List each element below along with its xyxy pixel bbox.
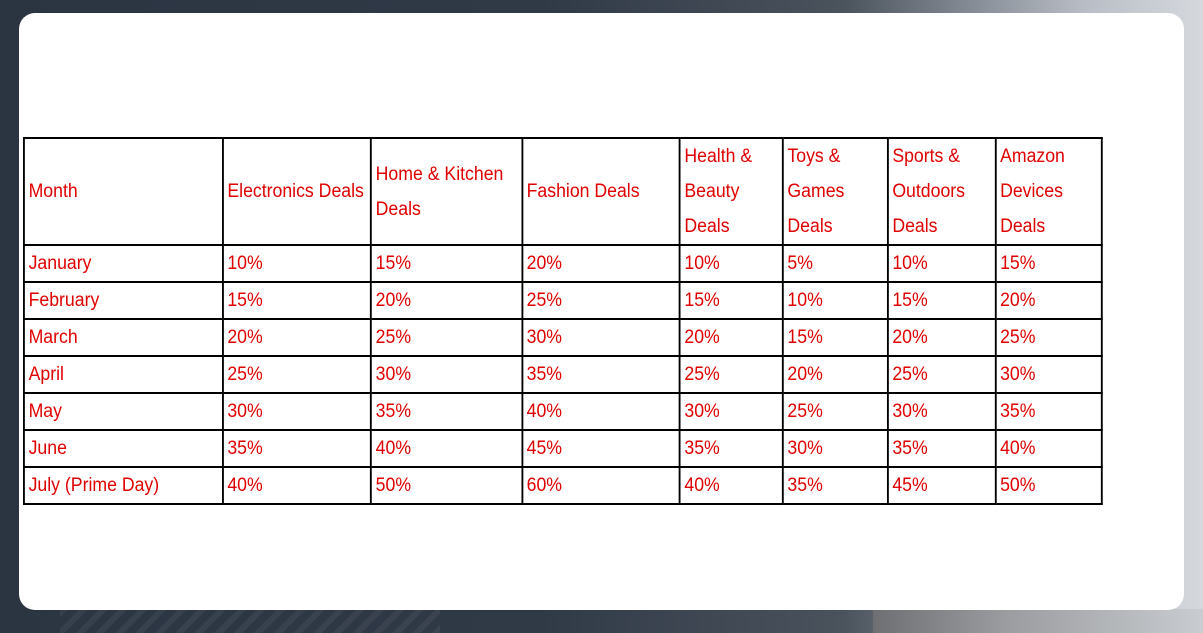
cell-health-beauty: 30% (678, 392, 784, 431)
cell-sports-outdoors: 10% (886, 244, 997, 283)
cell-fashion: 40% (521, 392, 681, 431)
table-row: April 25% 30% 35% 25% 20% 25% 30% (23, 355, 1103, 394)
cell-electronics: 40% (221, 466, 372, 505)
cell-amazon-devices: 35% (994, 392, 1103, 431)
cell-home-kitchen: 15% (370, 244, 523, 283)
table-row: January 10% 15% 20% 10% 5% 10% 15% (23, 244, 1103, 283)
table-row: May 30% 35% 40% 30% 25% 30% 35% (23, 392, 1103, 431)
cell-health-beauty: 15% (678, 281, 784, 320)
cell-electronics: 10% (221, 244, 372, 283)
cell-electronics: 20% (221, 318, 372, 357)
cell-home-kitchen: 20% (370, 281, 523, 320)
cell-month: July (Prime Day) (23, 466, 224, 505)
cell-health-beauty: 40% (678, 466, 784, 505)
cell-amazon-devices: 30% (994, 355, 1103, 394)
cell-month: May (23, 392, 224, 431)
header-health-beauty: Health & Beauty Deals (678, 137, 784, 246)
cell-home-kitchen: 40% (370, 429, 523, 468)
cell-home-kitchen: 35% (370, 392, 523, 431)
cell-toys-games: 35% (781, 466, 889, 505)
cell-health-beauty: 35% (678, 429, 784, 468)
cell-fashion: 25% (521, 281, 681, 320)
cell-fashion: 30% (521, 318, 681, 357)
table-row: February 15% 20% 25% 15% 10% 15% 20% (23, 281, 1103, 320)
cell-sports-outdoors: 25% (886, 355, 997, 394)
header-toys-games: Toys & Games Deals (781, 137, 889, 246)
cell-sports-outdoors: 30% (886, 392, 997, 431)
header-sports-outdoors: Sports & Outdoors Deals (886, 137, 997, 246)
header-electronics: Electronics Deals (221, 137, 372, 246)
header-home-kitchen: Home & Kitchen Deals (370, 137, 523, 246)
deals-table: Month Electronics Deals Home & Kitchen D… (23, 137, 1103, 505)
cell-health-beauty: 10% (678, 244, 784, 283)
cell-sports-outdoors: 45% (886, 466, 997, 505)
cell-toys-games: 25% (781, 392, 889, 431)
cell-electronics: 25% (221, 355, 372, 394)
cell-health-beauty: 20% (678, 318, 784, 357)
cell-toys-games: 10% (781, 281, 889, 320)
cell-fashion: 35% (521, 355, 681, 394)
cell-toys-games: 15% (781, 318, 889, 357)
table-row: March 20% 25% 30% 20% 15% 20% 25% (23, 318, 1103, 357)
cell-electronics: 15% (221, 281, 372, 320)
cell-amazon-devices: 20% (994, 281, 1103, 320)
header-month: Month (23, 137, 224, 246)
cell-sports-outdoors: 35% (886, 429, 997, 468)
cell-fashion: 45% (521, 429, 681, 468)
cell-fashion: 20% (521, 244, 681, 283)
cell-amazon-devices: 50% (994, 466, 1103, 505)
cell-amazon-devices: 25% (994, 318, 1103, 357)
cell-electronics: 35% (221, 429, 372, 468)
cell-month: June (23, 429, 224, 468)
content-card: Month Electronics Deals Home & Kitchen D… (19, 13, 1184, 610)
cell-sports-outdoors: 15% (886, 281, 997, 320)
cell-toys-games: 5% (781, 244, 889, 283)
cell-month: March (23, 318, 224, 357)
cell-amazon-devices: 40% (994, 429, 1103, 468)
table-row: July (Prime Day) 40% 50% 60% 40% 35% 45% 50% (23, 466, 1103, 505)
header-fashion: Fashion Deals (521, 137, 681, 246)
cell-toys-games: 30% (781, 429, 889, 468)
cell-electronics: 30% (221, 392, 372, 431)
cell-toys-games: 20% (781, 355, 889, 394)
header-amazon-devices: Amazon Devices Deals (994, 137, 1103, 246)
cell-month: January (23, 244, 224, 283)
table-row: June 35% 40% 45% 35% 30% 35% 40% (23, 429, 1103, 468)
cell-month: April (23, 355, 224, 394)
cell-health-beauty: 25% (678, 355, 784, 394)
cell-sports-outdoors: 20% (886, 318, 997, 357)
cell-month: February (23, 281, 224, 320)
cell-home-kitchen: 50% (370, 466, 523, 505)
cell-home-kitchen: 30% (370, 355, 523, 394)
cell-home-kitchen: 25% (370, 318, 523, 357)
cell-amazon-devices: 15% (994, 244, 1103, 283)
cell-fashion: 60% (521, 466, 681, 505)
background-pattern (60, 609, 440, 633)
background-floor (873, 609, 1203, 633)
header-row: Month Electronics Deals Home & Kitchen D… (23, 137, 1103, 246)
